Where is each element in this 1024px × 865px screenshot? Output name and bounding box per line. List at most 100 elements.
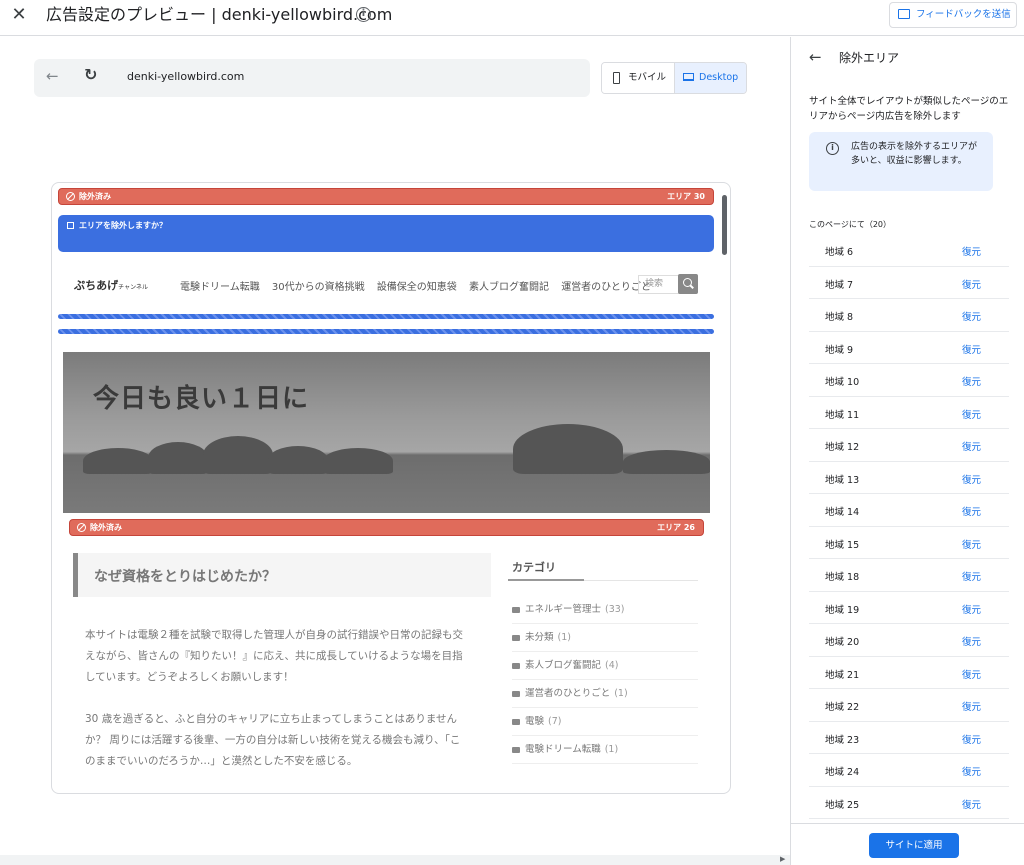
restore-button[interactable]: 復元: [962, 277, 981, 291]
site-nav-item[interactable]: 電験ドリーム転職: [180, 282, 260, 293]
area-name: 地域 7: [825, 279, 854, 291]
area-label: エリア 26: [657, 523, 695, 532]
site-logo-text: ぷちあげ: [74, 279, 119, 292]
restore-button[interactable]: 復元: [962, 504, 981, 518]
area-row: 地域 8 復元: [809, 299, 1009, 332]
category-underline: [508, 579, 584, 581]
hero-title: 今日も良い１日に: [93, 384, 310, 414]
area-row: 地域 23 復元: [809, 722, 1009, 754]
site-nav-item[interactable]: 設備保全の知恵袋: [377, 282, 457, 293]
reload-icon[interactable]: ↻: [84, 65, 97, 84]
feedback-button[interactable]: フィードバックを送信: [889, 2, 1017, 28]
restore-button[interactable]: 復元: [962, 309, 981, 323]
area-name: 地域 20: [825, 637, 860, 648]
site-logo[interactable]: ぷちあげチャンネル: [74, 277, 148, 293]
area-row: 地域 6 復元: [809, 234, 1009, 267]
area-row: 地域 22 復元: [809, 689, 1009, 722]
restore-button[interactable]: 復元: [962, 537, 981, 551]
restore-button[interactable]: 復元: [962, 342, 981, 356]
desktop-button[interactable]: Desktop: [675, 63, 746, 93]
area-name: 地域 24: [825, 767, 860, 778]
site-nav-item[interactable]: 30代からの資格挑戦: [272, 282, 365, 293]
restore-button[interactable]: 復元: [962, 634, 981, 648]
site-nav-item[interactable]: 素人ブログ奮闘記: [469, 282, 549, 293]
browser-bar: ← ↻ denki-yellowbird.com: [34, 59, 590, 97]
restore-button[interactable]: 復元: [962, 699, 981, 713]
restore-button[interactable]: 復元: [962, 407, 981, 421]
area-row: 地域 9 復元: [809, 332, 1009, 364]
preview-scrollbar[interactable]: [722, 195, 727, 255]
tree-shape: [83, 448, 153, 474]
restore-button[interactable]: 復元: [962, 244, 981, 258]
paragraph-line: のままでいいのだろうか…」と漠然とした不安を感じる。: [85, 755, 358, 767]
ad-area-stripe[interactable]: [58, 329, 714, 334]
area-name: 地域 10: [825, 377, 860, 388]
horizontal-scrollbar[interactable]: ▶: [0, 855, 790, 865]
mobile-button[interactable]: モバイル: [602, 63, 675, 93]
scroll-right-icon[interactable]: ▶: [780, 855, 785, 863]
category-item[interactable]: 電験ドリーム転職 (1): [512, 736, 698, 764]
excluded-label: 除外済み: [79, 192, 111, 201]
category-item[interactable]: 運営者のひとりごと (1): [512, 680, 698, 708]
excluded-areas-panel: ← 除外エリア サイト全体でレイアウトが類似したページのエリアからページ内広告を…: [790, 37, 1024, 865]
back-arrow-icon[interactable]: ←: [46, 67, 59, 85]
site-preview-frame: 除外済み エリア 30 エリアを除外しますか？ ぷちあげチャンネル 電験ドリーム…: [51, 182, 731, 794]
area-row: 地域 13 復元: [809, 462, 1009, 494]
area-row: 地域 11 復元: [809, 397, 1009, 429]
area-name: 地域 25: [825, 799, 860, 811]
area-row: 地域 25 復元: [809, 787, 1009, 819]
area-name: 地域 18: [825, 572, 860, 583]
tree-shape: [323, 448, 393, 474]
paragraph-line: 本サイトは電験２種を試験で取得した管理人が自身の試行錯誤や日常の記録も交: [85, 629, 463, 641]
back-arrow-icon[interactable]: ←: [809, 48, 822, 66]
exclude-area-prompt[interactable]: エリアを除外しますか？: [58, 215, 714, 252]
apply-to-site-button[interactable]: サイトに適用: [869, 833, 959, 858]
search-icon[interactable]: [678, 274, 698, 294]
restore-button[interactable]: 復元: [962, 797, 981, 811]
restore-button[interactable]: 復元: [962, 439, 981, 453]
category-item[interactable]: エネルギー管理士 (33): [512, 596, 698, 624]
area-row: 地域 20 復元: [809, 624, 1009, 657]
ad-area-stripe[interactable]: [58, 314, 714, 319]
area-name: 地域 19: [825, 604, 860, 616]
restore-button[interactable]: 復元: [962, 667, 981, 681]
area-row: 地域 15 復元: [809, 527, 1009, 559]
close-icon[interactable]: ✕: [8, 4, 30, 26]
article-heading-box: なぜ資格をとりはじめたか？: [73, 553, 491, 597]
excluded-area-bar[interactable]: 除外済み エリア 30: [58, 188, 714, 205]
category-item[interactable]: 電験 (7): [512, 708, 698, 736]
site-search-input[interactable]: 検索: [638, 275, 680, 294]
exclude-prompt-label: エリアを除外しますか？: [79, 221, 167, 230]
restore-button[interactable]: 復元: [962, 472, 981, 486]
article-heading: なぜ資格をとりはじめたか？: [94, 569, 276, 585]
restore-button[interactable]: 復元: [962, 764, 981, 778]
category-name: 素人ブログ奮闘記: [525, 660, 602, 671]
restore-button[interactable]: 復元: [962, 732, 981, 746]
tree-shape: [513, 424, 623, 474]
category-name: 運営者のひとりごと: [525, 688, 611, 699]
ban-icon: [66, 192, 75, 201]
category-count: (4): [605, 660, 619, 671]
phone-icon: [613, 72, 620, 84]
excluded-area-bar[interactable]: 除外済み エリア 26: [69, 519, 704, 536]
restore-button[interactable]: 復元: [962, 602, 981, 616]
category-item[interactable]: 未分類 (1): [512, 624, 698, 652]
area-row: 地域 21 復元: [809, 657, 1009, 689]
restore-button[interactable]: 復元: [962, 374, 981, 388]
category-name: 未分類: [525, 632, 554, 643]
panel-description: サイト全体でレイアウトが類似したページのエリアからページ内広告を除外します: [809, 96, 1009, 122]
device-toggle: モバイル Desktop: [601, 62, 747, 94]
area-row: 地域 10 復元: [809, 364, 1009, 397]
restore-button[interactable]: 復元: [962, 569, 981, 583]
area-row: 地域 24 復元: [809, 754, 1009, 787]
info-icon: i: [826, 142, 839, 155]
info-icon[interactable]: i: [356, 7, 371, 22]
category-name: 電験: [525, 716, 545, 727]
folder-icon: [512, 719, 520, 725]
panel-footer: サイトに適用: [791, 823, 1024, 865]
folder-icon: [512, 635, 520, 641]
feedback-label: フィードバックを送信: [916, 9, 1011, 20]
tree-shape: [148, 442, 208, 474]
area-list[interactable]: 地域 6 復元 地域 7 復元 地域 8 復元 地域 9 復元 地域 10 復元 地域 11 復元 地域…: [809, 234, 1009, 824]
category-item[interactable]: 素人ブログ奮闘記 (4): [512, 652, 698, 680]
